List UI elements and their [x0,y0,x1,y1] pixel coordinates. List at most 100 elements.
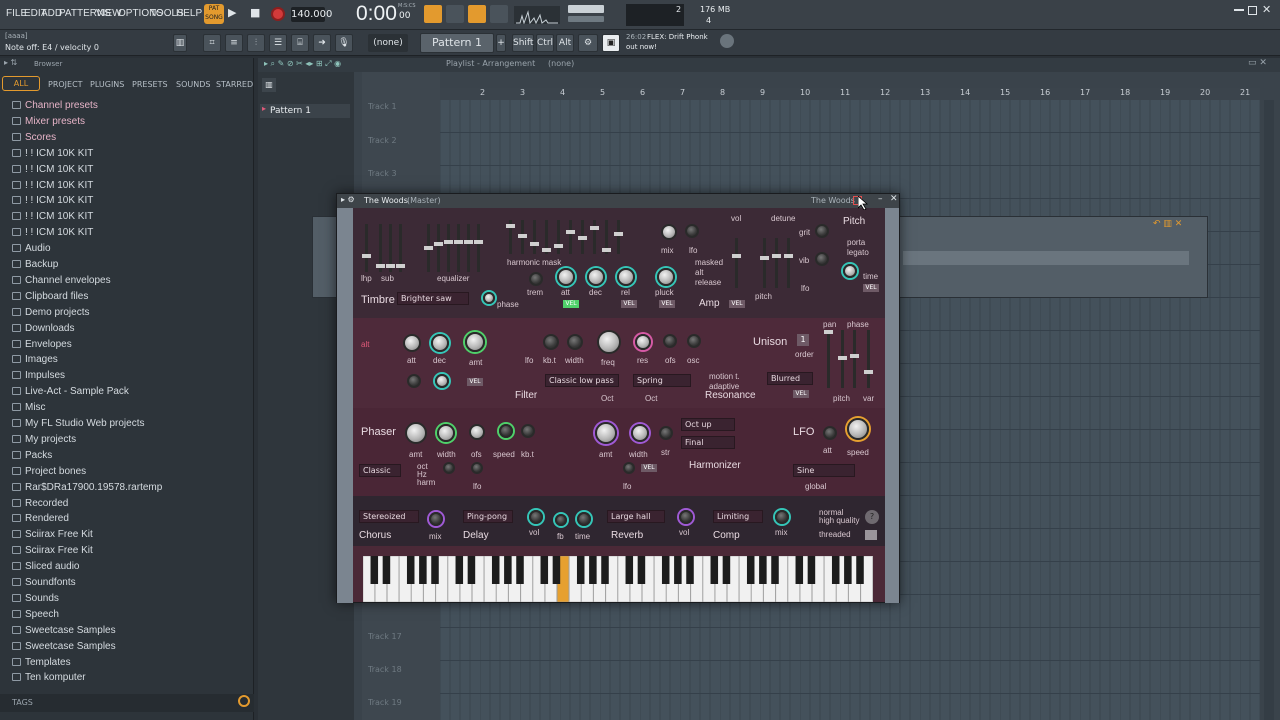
threaded-toggle[interactable]: threaded [819,530,851,539]
record-button[interactable] [271,7,285,21]
detune-slider-1[interactable] [760,238,769,288]
track-2-label[interactable]: Track 2 [368,136,397,145]
plugin-preset-name[interactable]: The Woods [811,196,855,205]
step-edit-icon[interactable] [446,5,464,23]
width-knob[interactable] [567,334,583,350]
browser-item[interactable]: Sciirax Free Kit [12,545,93,559]
delay-vol-knob[interactable] [529,510,543,524]
amp-vel-toggle[interactable]: VEL [729,300,745,308]
browser-item[interactable]: Templates [12,657,71,671]
browser-item[interactable]: Rendered [12,513,69,527]
browser-item[interactable]: Live-Act - Sample Pack [12,386,129,400]
add-pattern-icon[interactable]: + [496,34,506,52]
trem-knob[interactable] [529,272,543,286]
browser-tab-all[interactable]: ALL [2,76,40,91]
detune-slider-2[interactable] [772,238,781,288]
pluck-vel-toggle[interactable]: VEL [659,300,675,308]
pluck-knob[interactable] [657,268,675,286]
browser-arrow-icon[interactable]: ▸ ⇅ [4,58,17,67]
delay-time-knob[interactable] [577,512,591,526]
amp-rel-knob[interactable] [617,268,635,286]
lfo-shape-dropdown[interactable]: Sine [793,464,855,477]
att-vel-toggle[interactable]: VEL [563,300,579,308]
browser-item[interactable]: ! ! ICM 10K KIT [12,180,93,194]
shift-key[interactable]: Shift [512,34,534,52]
black-key[interactable] [406,556,415,584]
harmonizer-amt-knob[interactable] [595,422,617,444]
harmonizer-vel-toggle[interactable]: VEL [641,464,657,472]
time-knob[interactable] [843,264,857,278]
osc-knob[interactable] [687,334,701,348]
comp-type-dropdown[interactable]: Limiting [713,510,763,523]
browser-item[interactable]: Channel envelopes [12,275,111,289]
black-key[interactable] [722,556,731,584]
countdown-icon[interactable] [490,5,508,23]
filter-type-dropdown[interactable]: Classic low pass [545,374,619,387]
vol-slider[interactable] [732,238,741,288]
phaser-harm-label[interactable]: harm [417,478,435,487]
freq-knob[interactable] [597,330,621,354]
chorus-type-dropdown[interactable]: Stereoized [359,510,419,523]
delay-fb-knob[interactable] [555,514,567,526]
sub-slider-2[interactable] [386,224,395,272]
phaser-width-knob[interactable] [437,424,455,442]
browser-tab-project[interactable]: PROJECT [48,80,83,89]
browser-item[interactable]: Audio [12,243,51,257]
channel-rack-icon[interactable]: ☰ [269,34,287,52]
porta-label[interactable]: porta [847,238,865,247]
browser-item[interactable]: ! ! ICM 10K KIT [12,195,93,209]
browser-item[interactable]: Mixer presets [12,116,85,130]
master-pitch-slider[interactable] [568,16,604,22]
phaser-amt-knob[interactable] [405,422,427,444]
phaser-mod-knob-1[interactable] [443,462,455,474]
chorus-mix-knob[interactable] [429,512,443,526]
amp-att-knob[interactable] [557,268,575,286]
browser-tab-starred[interactable]: STARRED [216,80,253,89]
unison-type-dropdown[interactable]: Blurred [767,372,813,385]
browser-item[interactable]: ! ! ICM 10K KIT [12,164,93,178]
phaser-mod-knob-2[interactable] [471,462,483,474]
playlist-window-controls-icon[interactable]: ▭ ✕ [1248,58,1267,68]
browser-item[interactable]: ! ! ICM 10K KIT [12,148,93,162]
pitch-vel-toggle[interactable]: VEL [863,284,879,292]
resonance-oct-toggle[interactable]: Oct [645,394,657,403]
settings-icon[interactable]: ⚙ [578,34,598,52]
browser-item[interactable]: ! ! ICM 10K KIT [12,227,93,241]
res-knob[interactable] [635,334,651,350]
phaser-speed-knob[interactable] [499,424,513,438]
step-sequencer-row[interactable] [903,251,1189,265]
lfo-global-toggle[interactable]: global [805,482,826,491]
pattern-picker-icon[interactable]: ▥ [262,78,276,92]
resonance-type-dropdown[interactable]: Spring [633,374,691,387]
black-key[interactable] [661,556,670,584]
browser-item[interactable]: Project bones [12,466,86,480]
legato-label[interactable]: legato [847,248,869,257]
kbt-knob[interactable] [543,334,559,350]
unison-pitch-slider[interactable] [838,330,847,388]
reverb-type-dropdown[interactable]: Large hall [607,510,665,523]
black-key[interactable] [576,556,585,584]
black-key[interactable] [552,556,561,584]
browser-item[interactable]: Sweetcase Samples [12,641,116,655]
alt-key[interactable]: Alt [556,34,574,52]
black-key[interactable] [771,556,779,584]
browser-tab-plugins[interactable]: PLUGINS [90,80,124,89]
filter-vel-toggle[interactable]: VEL [467,378,483,386]
black-key[interactable] [844,556,852,584]
black-key[interactable] [455,556,464,584]
piano-roll-icon[interactable]: ⌸ [291,34,309,52]
track-19-label[interactable]: Track 19 [368,698,402,707]
sub-slider-3[interactable] [396,224,405,272]
filter-dec-knob[interactable] [431,334,449,352]
black-key[interactable] [807,556,816,584]
browser-tab-presets[interactable]: PRESETS [132,80,168,89]
black-key[interactable] [686,556,694,584]
black-key[interactable] [431,556,439,584]
lfo-knob[interactable] [685,224,699,238]
play-button[interactable]: ▶ [228,6,242,22]
delay-type-dropdown[interactable]: Ping-pong [463,510,513,523]
maximize-icon[interactable] [1248,6,1257,15]
mixer-icon[interactable]: ⫶ [247,34,265,52]
black-key[interactable] [382,556,391,584]
motion-label[interactable]: motion t. [709,372,740,381]
